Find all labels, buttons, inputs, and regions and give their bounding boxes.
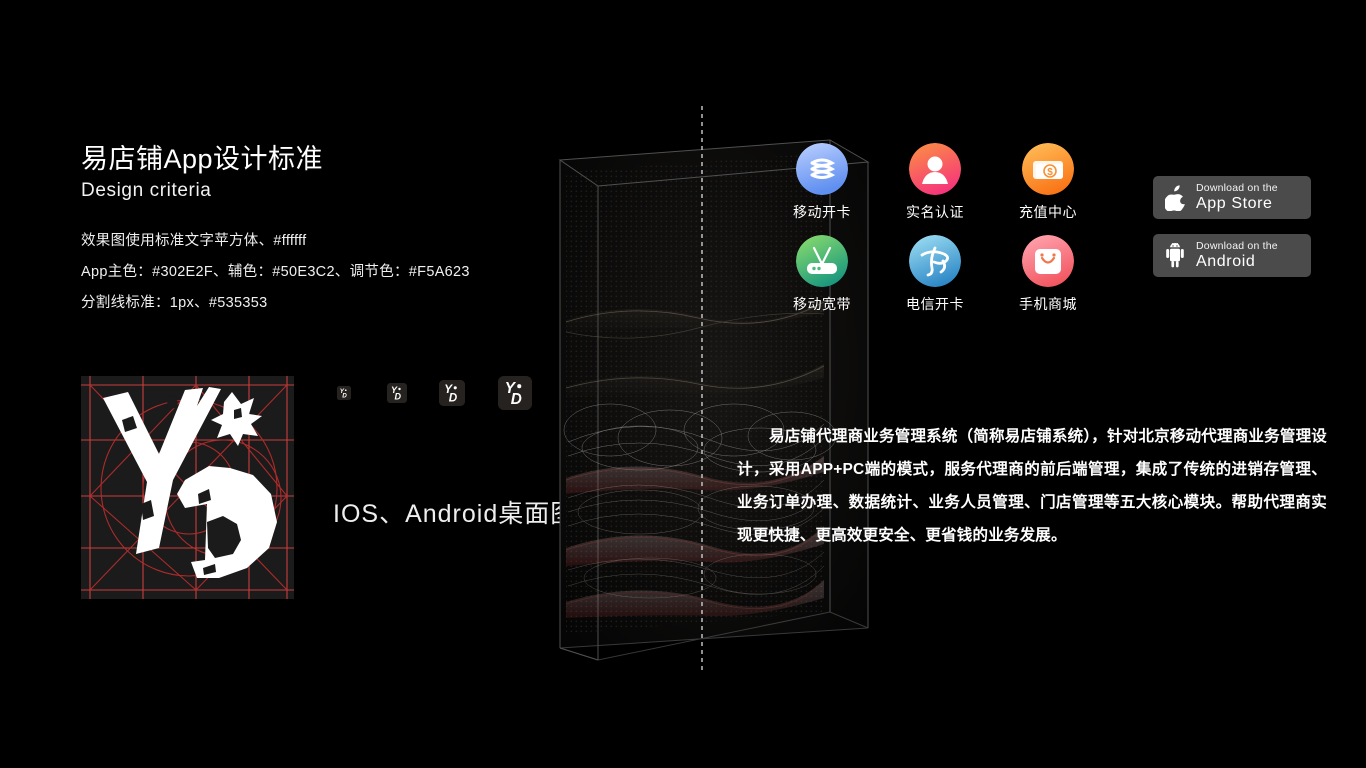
wallet-recharge-icon: $ (1022, 143, 1074, 195)
svg-text:D: D (342, 393, 347, 400)
design-criteria-board: 易店铺App设计标准 Design criteria 效果图使用标准文字苹方体、… (0, 0, 1366, 768)
router-broadband-icon (796, 235, 848, 287)
svg-text:$: $ (1047, 167, 1053, 178)
apple-icon (1162, 183, 1189, 213)
app-icon-size-1: YD (337, 386, 351, 400)
app-icon-cell-broadband[interactable]: 移动宽带 (766, 235, 878, 313)
logo-construction-svg (81, 376, 294, 599)
shop-bag-icon (1022, 235, 1074, 287)
store-badge-top-label: Download on the (1196, 240, 1278, 253)
store-badge-main-label: App Store (1196, 194, 1273, 212)
page-title: 易店铺App设计标准 (81, 144, 324, 174)
description-paragraph: 易店铺代理商业务管理系统（简称易店铺系统），针对北京移动代理商业务管理设计，采用… (737, 428, 1327, 544)
app-icon-cell-mall[interactable]: 手机商城 (992, 235, 1104, 313)
page-subtitle: Design criteria (81, 180, 212, 201)
app-icon-cell-telecom[interactable]: 电信开卡 (879, 235, 991, 313)
app-icon-label: 实名认证 (906, 204, 964, 220)
android-icon (1162, 241, 1189, 271)
app-icon-size-2: YD (387, 383, 407, 403)
android-store-badge[interactable]: Download on the Android (1153, 234, 1311, 277)
china-telecom-icon (909, 235, 961, 287)
heading-block: 易店铺App设计标准 Design criteria (81, 142, 551, 204)
app-icon-grid: 移动开卡 实名认证 $ 充值中心 移动宽带 电信开卡 手机商城 (766, 143, 1106, 323)
app-icon-cell-real-name[interactable]: 实名认证 (879, 143, 991, 221)
logo-construction-tile (81, 376, 294, 599)
app-icon-label: 电信开卡 (906, 296, 964, 312)
app-icon-label: 充值中心 (1019, 204, 1077, 220)
china-mobile-icon (796, 143, 848, 195)
app-icon-cell-mobile-card[interactable]: 移动开卡 (766, 143, 878, 221)
svg-text:D: D (449, 391, 458, 404)
svg-text:D: D (395, 392, 402, 402)
app-icon-label: 移动宽带 (793, 296, 851, 312)
app-icon-label: 移动开卡 (793, 204, 851, 220)
store-badge-main-label: Android (1196, 252, 1256, 270)
app-icon-cell-recharge[interactable]: $ 充值中心 (992, 143, 1104, 221)
app-icon-label: 手机商城 (1019, 296, 1077, 312)
user-verify-icon (909, 143, 961, 195)
app-store-badge[interactable]: Download on the App Store (1153, 176, 1311, 219)
app-icon-size-3: YD (439, 380, 465, 406)
store-badge-top-label: Download on the (1196, 182, 1278, 195)
